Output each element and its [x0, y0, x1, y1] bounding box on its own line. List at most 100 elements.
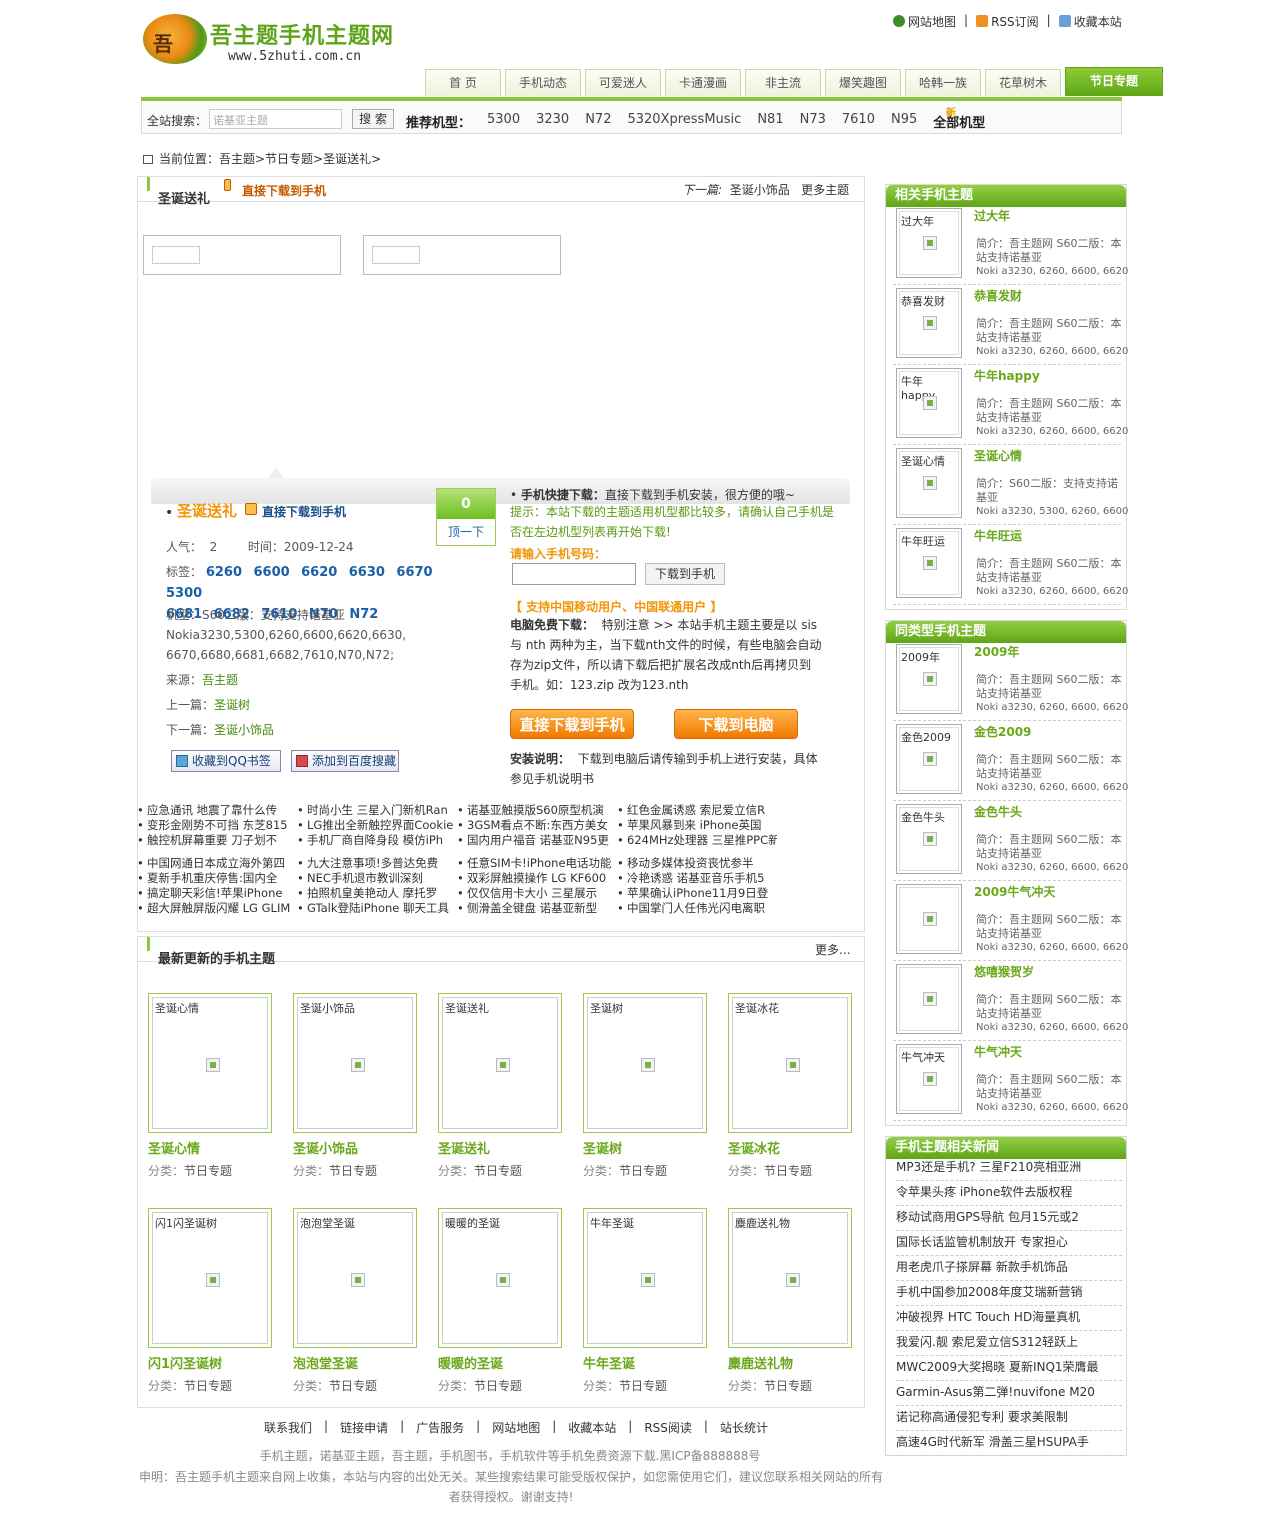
more-themes-link[interactable]: 更多主题 [801, 183, 849, 197]
model-link[interactable]: N73 [800, 112, 826, 131]
news-link[interactable]: 手机厂商自降身段 模仿iPh [297, 833, 457, 848]
nav-mobile-news[interactable]: 手机动态 [505, 69, 581, 96]
next-theme-link-2[interactable]: 圣诞小饰品 [214, 723, 274, 737]
phone-number-input[interactable] [512, 563, 636, 585]
side-theme-name-link[interactable]: 金色2009 [974, 723, 1031, 740]
tag-link[interactable]: 6670 [396, 565, 432, 580]
side-news-link[interactable]: 令苹果头疼 iPhone软件去版权程 [896, 1181, 1122, 1206]
news-link[interactable]: 红色金属诱惑 索尼爱立信R [617, 803, 777, 818]
footer-link[interactable]: 广告服务 [416, 1419, 464, 1436]
category-value[interactable]: 节日专题 [764, 1164, 812, 1178]
side-theme-thumbnail[interactable]: 恭喜发财 [896, 288, 962, 358]
nav-flowers[interactable]: 花草树木 [985, 69, 1061, 96]
source-link[interactable]: 吾主题 [202, 673, 238, 687]
prev-theme-link[interactable]: 圣诞树 [214, 698, 250, 712]
news-link[interactable]: 中国掌门人任伟光闪电离职 [617, 901, 777, 916]
model-link[interactable]: 3230 [536, 112, 569, 131]
theme-thumbnail[interactable]: 圣诞心情 [148, 993, 272, 1133]
theme-thumbnail[interactable]: 圣诞送礼 [438, 993, 562, 1133]
side-theme-thumbnail[interactable]: 牛年happy [896, 368, 962, 438]
theme-name-link[interactable]: 圣诞冰花 [728, 1138, 780, 1157]
side-news-link[interactable]: Garmin-Asus第二弹!nuvifone M20 [896, 1381, 1122, 1406]
side-news-link[interactable]: 诺记称高通侵犯专利 要求美限制 [896, 1406, 1122, 1431]
direct-download-phone-button[interactable]: 直接下载到手机 [510, 709, 634, 739]
side-news-link[interactable]: 冲破视界 HTC Touch HD海量真机 [896, 1306, 1122, 1331]
side-theme-name-link[interactable]: 恭喜发财 [974, 287, 1022, 304]
bookmark-baidu-button[interactable]: 添加到百度搜藏 [291, 750, 399, 772]
preview-image-1[interactable] [143, 235, 341, 275]
side-news-link[interactable]: 手机中国参加2008年度艾瑞新营销 [896, 1281, 1122, 1306]
search-input[interactable]: 诺基亚主题 [209, 109, 342, 129]
news-link[interactable]: 任意SIM卡!iPhone电话功能 [457, 856, 617, 871]
side-news-link[interactable]: MWC2009大奖揭晓 夏新INQ1荣膺最 [896, 1356, 1122, 1381]
side-theme-thumbnail[interactable] [896, 884, 962, 954]
news-link[interactable]: 超大屏触屏版闪耀 LG GLIM [137, 901, 297, 916]
top-link-sitemap[interactable]: 网站地图 [893, 13, 956, 30]
bookmark-qq-button[interactable]: 收藏到QQ书签 [171, 750, 281, 772]
nav-cute[interactable]: 可爱迷人 [585, 69, 661, 96]
model-link[interactable]: N72 [585, 112, 611, 131]
news-link[interactable]: 国内用户福音 诺基亚N95更 [457, 833, 617, 848]
side-news-link[interactable]: 移动试商用GPS导航 包月15元或2 [896, 1206, 1122, 1231]
theme-thumbnail[interactable]: 圣诞小饰品 [293, 993, 417, 1133]
category-value[interactable]: 节日专题 [184, 1164, 232, 1178]
top-link-favorite[interactable]: 收藏本站 [1058, 13, 1122, 30]
theme-thumbnail[interactable]: 闪1闪圣诞树 [148, 1208, 272, 1348]
theme-name-link[interactable]: 圣诞小饰品 [293, 1138, 358, 1157]
theme-thumbnail[interactable]: 暖暖的圣诞 [438, 1208, 562, 1348]
theme-name-link[interactable]: 牛年圣诞 [583, 1353, 635, 1372]
tag-link[interactable]: 6620 [301, 565, 337, 580]
news-link[interactable]: 搞定聊天彩信!苹果iPhone [137, 886, 297, 901]
top-link-rss[interactable]: RSS订阅 [976, 13, 1039, 30]
category-value[interactable]: 节日专题 [329, 1164, 377, 1178]
side-theme-thumbnail[interactable]: 过大年 [896, 208, 962, 278]
category-value[interactable]: 节日专题 [474, 1379, 522, 1393]
news-link[interactable]: 苹果确认iPhone11月9日登 [617, 886, 777, 901]
side-news-link[interactable]: 国际长话监管机制放开 专家担心 [896, 1231, 1122, 1256]
news-link[interactable]: 诺基亚触摸版S60原型机演 [457, 803, 617, 818]
nav-funny[interactable]: 爆笑趣图 [825, 69, 901, 96]
news-link[interactable]: 应急通讯 地震了靠什么传 [137, 803, 297, 818]
news-link[interactable]: 九大注意事项!多普达免费 [297, 856, 457, 871]
nav-home[interactable]: 首 页 [425, 69, 501, 96]
direct-download-link[interactable]: 直接下载到手机 [242, 182, 326, 199]
side-theme-thumbnail[interactable]: 圣诞心情 [896, 448, 962, 518]
news-link[interactable]: 移动多媒体投资丧忧参半 [617, 856, 777, 871]
news-link[interactable]: GTalk登陆iPhone 聊天工具 [297, 901, 457, 916]
side-theme-name-link[interactable]: 牛气冲天 [974, 1043, 1022, 1060]
side-theme-name-link[interactable]: 过大年 [974, 207, 1010, 224]
theme-name-link[interactable]: 麋鹿送礼物 [728, 1353, 793, 1372]
theme-thumbnail[interactable]: 圣诞树 [583, 993, 707, 1133]
footer-link[interactable]: RSS阅读 [644, 1419, 692, 1436]
site-title[interactable]: 吾主题手机主题网 [210, 18, 394, 50]
footer-link[interactable]: 收藏本站 [568, 1419, 616, 1436]
model-link[interactable]: 5300 [487, 112, 520, 131]
side-news-link[interactable]: MP3还是手机? 三星F210亮相亚洲 [896, 1156, 1122, 1181]
news-link[interactable]: 3GSM看点不断:东西方美女 [457, 818, 617, 833]
side-theme-name-link[interactable]: 圣诞心情 [974, 447, 1022, 464]
tag-link[interactable]: 5300 [166, 586, 202, 601]
nav-cartoon[interactable]: 卡通漫画 [665, 69, 741, 96]
theme-name-link[interactable]: 暖暖的圣诞 [438, 1353, 503, 1372]
theme-thumbnail[interactable]: 圣诞冰花 [728, 993, 852, 1133]
category-value[interactable]: 节日专题 [329, 1379, 377, 1393]
category-value[interactable]: 节日专题 [764, 1379, 812, 1393]
tag-link[interactable]: 6260 [206, 565, 242, 580]
download-to-pc-button[interactable]: 下载到电脑 [674, 709, 798, 739]
category-value[interactable]: 节日专题 [474, 1164, 522, 1178]
news-link[interactable]: 苹果风暴到来 iPhone英国 [617, 818, 777, 833]
category-value[interactable]: 节日专题 [619, 1164, 667, 1178]
theme-name-link[interactable]: 闪1闪圣诞树 [148, 1353, 222, 1372]
theme-name-link[interactable]: 圣诞心情 [148, 1138, 200, 1157]
detail-direct-download[interactable]: 直接下载到手机 [262, 503, 346, 520]
news-link[interactable]: 仅仅信用卡大小 三星展示 [457, 886, 617, 901]
side-theme-thumbnail[interactable] [896, 964, 962, 1034]
theme-name-link[interactable]: 圣诞树 [583, 1138, 622, 1157]
side-theme-name-link[interactable]: 金色牛头 [974, 803, 1022, 820]
site-logo[interactable]: 吾 [143, 14, 207, 64]
theme-thumbnail[interactable]: 麋鹿送礼物 [728, 1208, 852, 1348]
theme-name-link[interactable]: 圣诞送礼 [438, 1138, 490, 1157]
footer-link[interactable]: 网站地图 [492, 1419, 540, 1436]
nav-korean[interactable]: 哈韩一族 [905, 69, 981, 96]
nav-holiday[interactable]: 节日专题 [1065, 67, 1163, 96]
